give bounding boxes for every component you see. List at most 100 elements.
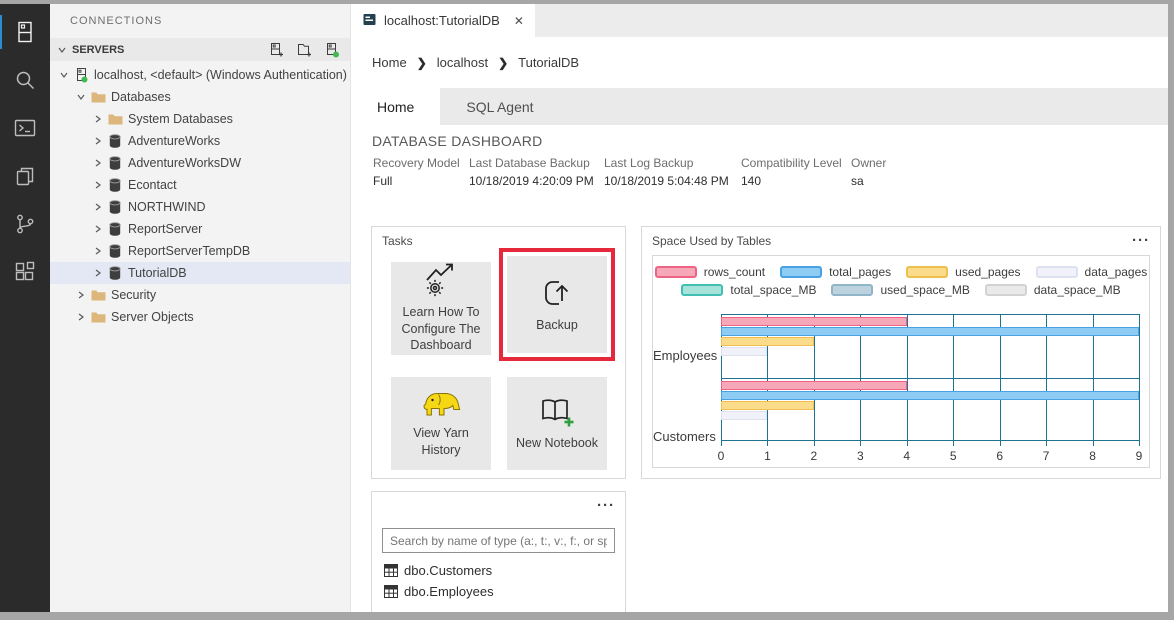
chevron-right-icon <box>73 313 89 321</box>
bar-data_pages <box>721 347 767 356</box>
table-icon <box>384 585 398 598</box>
x-axis-tick-label: 9 <box>1136 449 1143 463</box>
gridline-vertical <box>1139 314 1140 446</box>
database-icon <box>107 155 123 171</box>
tree-item-localhost-default-windows-authentication[interactable]: localhost, <default> (Windows Authentica… <box>50 64 350 86</box>
bar-rows_count <box>721 317 907 326</box>
source-control-icon <box>13 212 37 236</box>
tree-item-system-databases[interactable]: System Databases <box>50 108 350 130</box>
tree-item-security[interactable]: Security <box>50 284 350 306</box>
legend-label: total_pages <box>829 265 891 279</box>
chevron-right-icon <box>90 115 106 123</box>
legend-label: used_pages <box>955 265 1020 279</box>
legend-label: total_space_MB <box>730 283 816 297</box>
category-label-customers: Customers <box>653 429 711 444</box>
legend-item-data_space_MB: data_space_MB <box>985 283 1121 297</box>
gridline-horizontal <box>721 378 1139 379</box>
bar-data_pages <box>721 411 767 420</box>
task-button-new-notebook[interactable]: New Notebook <box>507 377 607 470</box>
breadcrumb-item-localhost[interactable]: localhost <box>437 55 488 70</box>
list-item-dbo-employees[interactable]: dbo.Employees <box>372 581 625 602</box>
task-button-label: Learn How To Configure The Dashboard <box>395 304 487 355</box>
task-button-view-yarn-history[interactable]: View Yarn History <box>391 377 491 470</box>
tree-item-reportservertempdb[interactable]: ReportServerTempDB <box>50 240 350 262</box>
breadcrumb-item-home[interactable]: Home <box>372 55 407 70</box>
connections-icon <box>13 20 37 44</box>
tree-item-label: ReportServer <box>128 222 202 236</box>
property-value: Full <box>373 174 469 188</box>
tree-item-label: localhost, <default> (Windows Authentica… <box>94 68 347 82</box>
tab-localhost-tutorialdb[interactable]: localhost:TutorialDB ✕ <box>351 4 535 37</box>
dashboard-tab-icon <box>362 12 377 30</box>
new-server-group-icon[interactable] <box>296 42 312 58</box>
legend-item-used_pages: used_pages <box>906 265 1020 279</box>
activity-bar <box>0 4 50 612</box>
tree-item-server-objects[interactable]: Server Objects <box>50 306 350 328</box>
ellipsis-icon[interactable]: ··· <box>597 501 615 511</box>
chevron-right-icon <box>90 181 106 189</box>
servers-section-header[interactable]: SERVERS <box>50 38 350 61</box>
chevron-right-icon <box>90 247 106 255</box>
tree-item-label: TutorialDB <box>128 266 187 280</box>
tree-item-tutorialdb[interactable]: TutorialDB <box>50 262 350 284</box>
legend-row: total_space_MBused_space_MBdata_space_MB <box>681 283 1120 297</box>
tab-home[interactable]: Home <box>351 88 440 125</box>
search-objects-panel: ··· dbo.Customersdbo.Employees <box>371 491 626 612</box>
plot-area: 0123456789 <box>721 314 1139 441</box>
activity-bar-item-terminal[interactable] <box>0 104 50 152</box>
property-compatibility-level: Compatibility Level140 <box>741 156 851 188</box>
tab-sql-agent[interactable]: SQL Agent <box>440 88 559 125</box>
yarn-elephant-icon <box>419 388 463 418</box>
activity-bar-item-copy-pages[interactable] <box>0 152 50 200</box>
active-connections-icon[interactable] <box>324 42 340 58</box>
space-used-panel-title: Space Used by Tables <box>652 234 771 248</box>
database-icon <box>107 221 123 237</box>
legend-swatch <box>985 284 1027 296</box>
sidebar-title: CONNECTIONS <box>50 4 350 38</box>
chevron-right-icon <box>90 137 106 145</box>
space-used-panel: Space Used by Tables ··· rows_counttotal… <box>641 226 1161 479</box>
property-label: Last Log Backup <box>604 156 741 170</box>
activity-bar-item-search[interactable] <box>0 56 50 104</box>
activity-bar-item-extensions[interactable] <box>0 248 50 296</box>
search-panel-header: ··· <box>372 492 625 519</box>
property-label: Compatibility Level <box>741 156 851 170</box>
property-value: 10/18/2019 4:20:09 PM <box>469 174 604 188</box>
tree-item-adventureworks[interactable]: AdventureWorks <box>50 130 350 152</box>
new-connection-icon[interactable] <box>268 42 284 58</box>
property-value: 10/18/2019 5:04:48 PM <box>604 174 741 188</box>
chevron-right-icon <box>73 291 89 299</box>
x-axis-tick-label: 0 <box>718 449 725 463</box>
ellipsis-icon[interactable]: ··· <box>1132 236 1150 246</box>
tree-item-databases[interactable]: Databases <box>50 86 350 108</box>
dashboard-nav-tabs: HomeSQL Agent <box>351 88 1168 125</box>
activity-bar-item-source-control[interactable] <box>0 200 50 248</box>
chart-plot: 0123456789 EmployeesCustomers <box>653 314 1149 467</box>
legend-item-data_pages: data_pages <box>1036 265 1148 279</box>
new-notebook-icon <box>538 396 576 428</box>
search-input[interactable] <box>382 528 615 553</box>
list-item-dbo-customers[interactable]: dbo.Customers <box>372 560 625 581</box>
configure-dashboard-icon <box>421 263 461 297</box>
task-button-learn-how-to-configure-the-dashboard[interactable]: Learn How To Configure The Dashboard <box>391 262 491 355</box>
breadcrumb: Home❯localhost❯TutorialDB <box>351 37 1168 88</box>
tree-item-econtact[interactable]: Econtact <box>50 174 350 196</box>
x-axis-tick-label: 3 <box>857 449 864 463</box>
tree-item-label: ReportServerTempDB <box>128 244 250 258</box>
breadcrumb-item-tutorialdb[interactable]: TutorialDB <box>518 55 579 70</box>
chevron-right-icon: ❯ <box>498 56 508 70</box>
tab-title: localhost:TutorialDB <box>384 13 500 28</box>
tree-item-adventureworksdw[interactable]: AdventureWorksDW <box>50 152 350 174</box>
task-button-backup[interactable]: Backup <box>507 256 607 353</box>
activity-bar-item-connections[interactable] <box>0 8 50 56</box>
property-last-database-backup: Last Database Backup10/18/2019 4:20:09 P… <box>469 156 604 188</box>
chevron-down-icon <box>73 93 89 101</box>
tree-item-reportserver[interactable]: ReportServer <box>50 218 350 240</box>
space-used-chart: rows_counttotal_pagesused_pagesdata_page… <box>652 255 1150 468</box>
close-icon[interactable]: ✕ <box>514 14 524 28</box>
task-button-label: View Yarn History <box>395 425 487 459</box>
chart-legend: rows_counttotal_pagesused_pagesdata_page… <box>653 256 1149 297</box>
chevron-right-icon <box>90 269 106 277</box>
bar-rows_count <box>721 381 907 390</box>
tree-item-northwind[interactable]: NORTHWIND <box>50 196 350 218</box>
